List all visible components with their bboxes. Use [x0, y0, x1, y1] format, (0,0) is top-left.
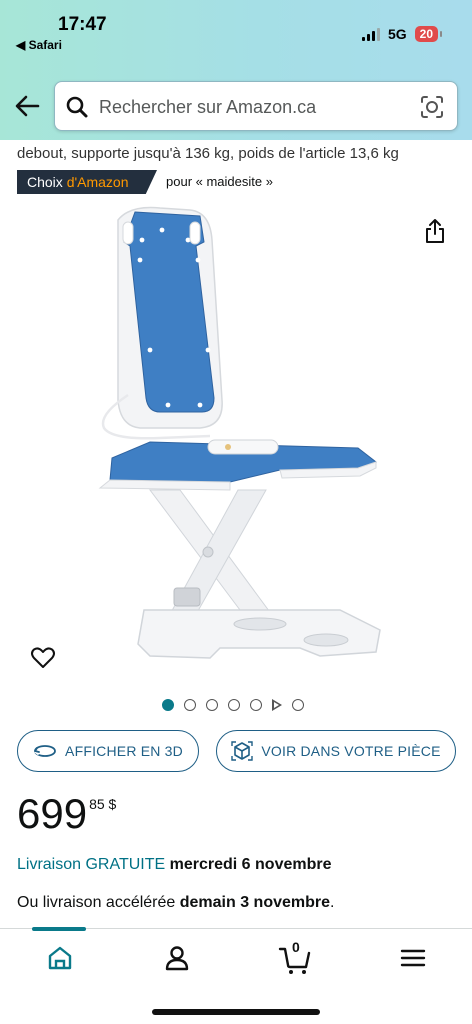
fast-delivery-suffix: .	[330, 894, 335, 911]
account-icon[interactable]	[162, 943, 192, 973]
carousel-dot-1[interactable]	[162, 699, 174, 711]
back-to-safari[interactable]: ◀ Safari	[16, 38, 62, 52]
free-delivery-line: Livraison GRATUITE mercredi 6 novembre	[17, 856, 332, 874]
cart-count: 0	[292, 939, 300, 955]
view-in-room-button[interactable]: VOIR DANS VOTRE PIÈCE	[216, 730, 456, 772]
fast-delivery-date: demain 3 novembre	[179, 894, 331, 911]
battery-icon: 20	[414, 26, 443, 42]
ar-cube-icon	[231, 741, 254, 761]
share-icon[interactable]	[424, 218, 446, 244]
price-fraction: 85 $	[89, 796, 117, 812]
view-3d-label: AFFICHER EN 3D	[65, 743, 183, 759]
view-in-room-label: VOIR DANS VOTRE PIÈCE	[261, 743, 441, 759]
status-time: 17:47	[58, 14, 107, 35]
free-delivery-link[interactable]: Livraison GRATUITE	[17, 856, 165, 873]
search-icon[interactable]	[65, 95, 89, 119]
back-arrow-icon[interactable]	[12, 91, 42, 121]
view-3d-button[interactable]: AFFICHER EN 3D	[17, 730, 199, 772]
camera-lens-icon[interactable]	[419, 94, 445, 120]
home-indicator	[152, 1009, 320, 1015]
status-indicators: 5G 20	[361, 26, 443, 42]
badge-prefix: Choix	[27, 174, 67, 190]
badge-accent: d'Amazon	[66, 174, 129, 190]
active-tab-indicator	[32, 927, 86, 931]
search-bar[interactable]	[54, 81, 458, 131]
product-image[interactable]	[90, 200, 390, 680]
carousel-dot-6[interactable]	[292, 699, 304, 711]
amazon-choice-badge: Choix d'Amazon	[17, 170, 157, 194]
signal-icon	[361, 27, 380, 41]
image-carousel-dots[interactable]	[162, 699, 304, 711]
fast-delivery-prefix: Ou livraison accélérée	[17, 894, 180, 911]
rotate-3d-icon	[34, 745, 56, 757]
badge-keyword[interactable]: pour « maidesite »	[166, 174, 273, 189]
heart-icon[interactable]	[30, 646, 56, 670]
price-whole: 699	[17, 790, 88, 837]
bottom-nav: 0	[0, 927, 472, 1024]
app-header: 17:47 ◀ Safari 5G 20	[0, 0, 472, 140]
free-delivery-date: mercredi 6 novembre	[169, 856, 332, 873]
cart-button[interactable]: 0	[278, 939, 314, 974]
carousel-dot-2[interactable]	[184, 699, 196, 711]
fast-delivery-line: Ou livraison accélérée demain 3 novembre…	[17, 894, 334, 912]
carousel-dot-3[interactable]	[206, 699, 218, 711]
carousel-dot-4[interactable]	[228, 699, 240, 711]
product-title[interactable]: debout, supporte jusqu'à 136 kg, poids d…	[17, 145, 399, 162]
menu-icon[interactable]	[398, 943, 428, 973]
search-input[interactable]	[99, 94, 399, 120]
carousel-video-icon[interactable]	[272, 699, 282, 711]
product-price: 699 85 $	[17, 790, 116, 838]
home-icon[interactable]	[45, 943, 75, 973]
network-type: 5G	[387, 26, 407, 42]
carousel-dot-5[interactable]	[250, 699, 262, 711]
